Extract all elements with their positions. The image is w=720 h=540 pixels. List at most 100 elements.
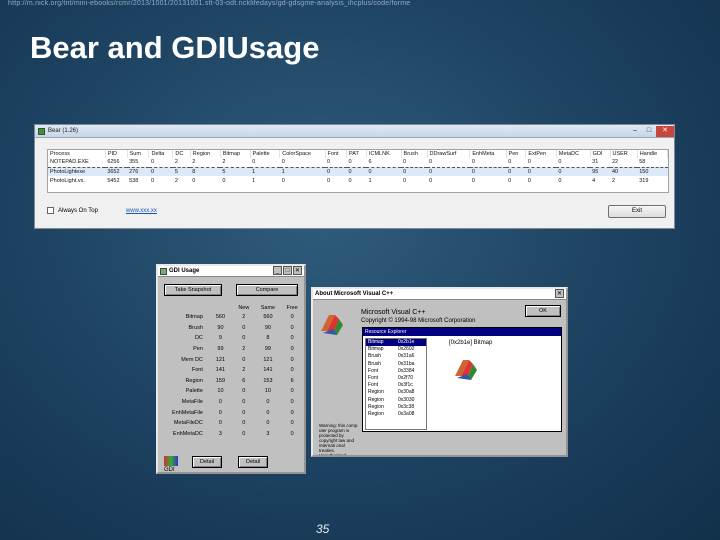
column-header[interactable]: EnhMeta	[469, 150, 507, 158]
close-button[interactable]: ✕	[656, 125, 674, 137]
gdi-value: 0	[242, 388, 246, 395]
gdi-row-label: Bitmap	[185, 314, 203, 321]
resource-list-item[interactable]: Brush 0x31ba	[366, 361, 426, 368]
resource-list-item[interactable]: Region 0x30a8	[366, 389, 426, 396]
table-cell: 0	[192, 177, 196, 184]
resource-type: Brush	[368, 353, 382, 360]
process-list[interactable]: Process PID Sum Delta DC Region Bitmap Palette C…	[47, 149, 669, 193]
table-cell: 0	[508, 177, 512, 184]
table-cell: 0	[281, 159, 285, 166]
resource-list-item[interactable]: Brush 0x31a6	[366, 353, 426, 360]
column-header[interactable]: PAT	[346, 150, 367, 158]
gdi-row: MetaFile 0 0 0 0	[162, 397, 304, 408]
gdi-counts-table: New Same Free Bitmap 560 2 560 0 Brush 90 0 90 0 DC 9…	[162, 304, 304, 439]
table-cell: 0	[471, 159, 475, 166]
maximize-button[interactable]: □	[283, 266, 292, 275]
copyright-warning: Warning: this comp uter program is prote…	[319, 423, 358, 457]
column-header[interactable]: Palette	[250, 150, 281, 158]
gdi-row: Brush 90 0 90 0	[162, 323, 304, 334]
column-header[interactable]: Brush	[401, 150, 428, 158]
gdi-value: 560	[263, 314, 273, 321]
column-header[interactable]: Sum	[127, 150, 150, 158]
compare-button[interactable]: Compare	[236, 284, 298, 296]
table-cell: 0	[325, 166, 347, 176]
column-header[interactable]: Pen	[506, 150, 527, 158]
resource-handle: 0x3c38	[398, 403, 415, 410]
gdi-row-label: Brush	[188, 324, 203, 331]
bear-titlebar: Bear (1.26) – □ ✕	[35, 125, 674, 138]
detail-button-2[interactable]: Detail	[238, 456, 268, 468]
page-title: Bear and GDIUsage	[30, 30, 320, 65]
close-button[interactable]: ✕	[555, 289, 564, 298]
minimize-button[interactable]: _	[273, 266, 282, 275]
column-header[interactable]: Delta	[148, 150, 174, 158]
table-cell: 0	[403, 159, 407, 166]
gdi-value: 0	[242, 356, 246, 363]
gdi-value: 2	[242, 314, 246, 321]
take-snapshot-button[interactable]: Take Snapshot	[164, 284, 222, 296]
column-header[interactable]: MetaDC	[556, 150, 591, 158]
resource-list-item[interactable]: Font 0x3384	[366, 368, 426, 375]
table-row[interactable]: PhotoLightexe 3652 276 0 5 8 5 1 1 0 0 0 0 0 0 0 0 0 95 40 1…	[48, 166, 668, 176]
always-on-top-label: Always On Top	[58, 207, 98, 214]
gdi-value: 0	[290, 346, 294, 353]
gdi-logo: GDI	[164, 456, 178, 472]
column-header[interactable]: Font	[325, 150, 348, 158]
table-cell: 319	[639, 177, 649, 184]
column-header[interactable]: PID	[105, 150, 128, 158]
about-msvc-window: About Microsoft Visual C++ ✕ Microsoft V…	[311, 287, 568, 457]
gdi-value: 121	[263, 356, 273, 363]
column-header[interactable]: ColorSpace	[279, 150, 326, 158]
table-row[interactable]: NOTEPAD.EXE 6256 355 0 2 2 2 0 0 0 0 6 0 0 0 0 0 0 31 22 58	[48, 158, 668, 167]
resource-list-item[interactable]: Font 0x2f70	[366, 375, 426, 382]
column-header[interactable]: Handle	[637, 150, 669, 158]
column-header[interactable]: DC	[172, 150, 191, 158]
source-url: http://m.nick.org/tnt/mini-ebooks/rcmr/2…	[8, 0, 411, 7]
column-header[interactable]: Process	[48, 150, 106, 158]
resource-list-item[interactable]: Bitmap 0x2b1e	[366, 339, 426, 347]
close-button[interactable]: ✕	[293, 266, 302, 275]
column-header[interactable]: ExtPen	[525, 150, 557, 158]
resource-list-item[interactable]: Font 0x3f1c	[366, 382, 426, 389]
gdi-value: 6	[242, 377, 246, 384]
gdi-value: 0	[290, 399, 294, 406]
table-cell: 0	[508, 159, 512, 166]
ok-button[interactable]: OK	[525, 305, 561, 317]
column-header[interactable]: Bitmap	[220, 150, 251, 158]
copyright-text: Copyright © 1994-98 Microsoft Corporatio…	[361, 318, 476, 324]
table-row[interactable]: PhotoLight.vs. 5452 538 0 2 0 0 1 0 0 0 1 0 0 0 0 0 0 4 2 31…	[48, 176, 668, 185]
gdi-value: 2	[242, 367, 246, 374]
column-header[interactable]: Region	[190, 150, 221, 158]
maximize-button[interactable]: □	[642, 126, 656, 137]
table-cell: 0	[525, 166, 557, 176]
exit-button[interactable]: Exit	[608, 205, 666, 218]
resource-list[interactable]: Bitmap 0x2b1e Bitmap 0x2602 Brush 0x31a6 Brush…	[365, 338, 427, 430]
column-header[interactable]: GDI	[590, 150, 611, 158]
gdi-value: 2	[242, 346, 246, 353]
minimize-button[interactable]: –	[628, 126, 642, 137]
resource-caption: [0x2b1e] Bitmap	[449, 340, 493, 346]
column-header[interactable]: ICMLNK	[366, 150, 402, 158]
column-header[interactable]: DDrawSurf	[427, 150, 471, 158]
detail-button-1[interactable]: Detail	[192, 456, 222, 468]
table-cell: 0	[429, 159, 433, 166]
gdi-column-header: Free	[286, 305, 298, 311]
resource-list-item[interactable]: Region 0x3030	[366, 397, 426, 404]
table-cell: 0	[403, 177, 407, 184]
gdi-row: MetaFileDC 0 0 0 0	[162, 418, 304, 429]
gdi-value: 3	[266, 430, 270, 437]
gdi-value: 0	[290, 324, 294, 331]
table-cell: 8	[190, 166, 221, 176]
resource-list-item[interactable]: Region 0x3a08	[366, 411, 426, 418]
gdi-row-label: DC	[194, 335, 203, 342]
always-on-top-checkbox[interactable]	[47, 207, 54, 214]
column-header[interactable]: USER	[610, 150, 638, 158]
website-link[interactable]: www.xxx.xx	[126, 208, 157, 214]
resource-list-item[interactable]: Bitmap 0x2602	[366, 346, 426, 353]
gdi-column-header: New	[238, 305, 250, 311]
table-cell: 58	[639, 159, 646, 166]
gdi-value: 0	[242, 409, 246, 416]
gdi-value: 10	[264, 388, 271, 395]
resource-list-item[interactable]: Region 0x3c38	[366, 404, 426, 411]
table-cell: 2	[174, 159, 178, 166]
